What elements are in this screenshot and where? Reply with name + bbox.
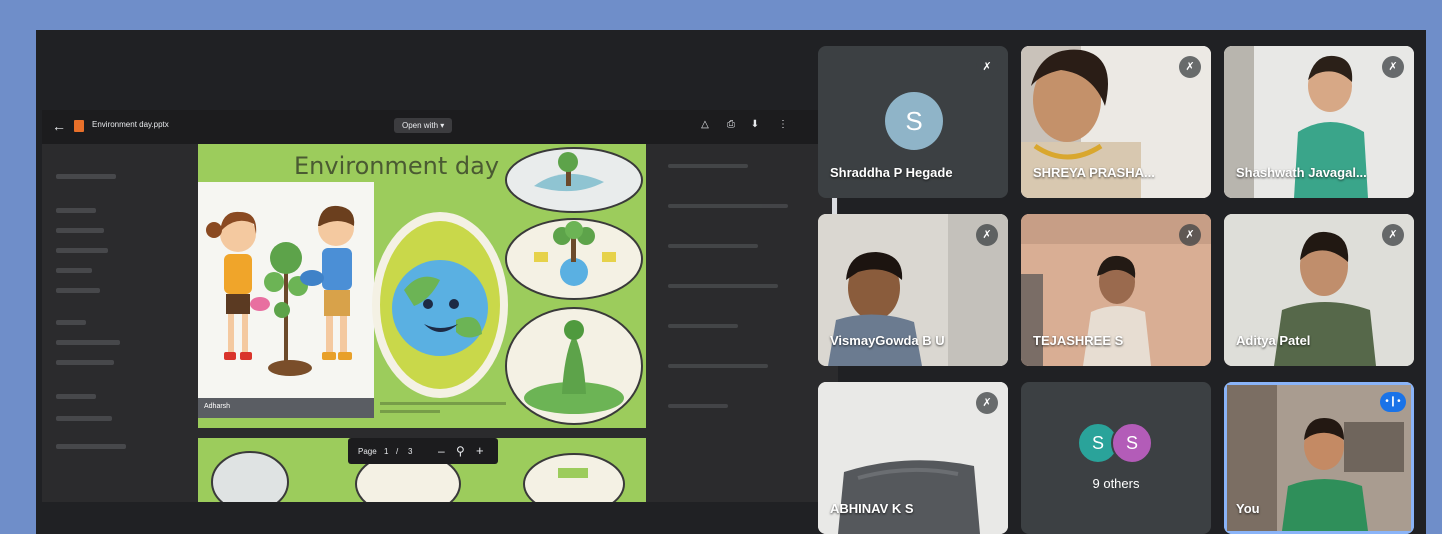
- slide-credit-line-2: [380, 410, 440, 413]
- slide-caption-bar: Adharsh: [198, 398, 374, 418]
- mic-off-icon: ✗: [976, 224, 998, 246]
- drive-sidebar-background: [42, 144, 192, 502]
- mic-off-icon: ✗: [976, 392, 998, 414]
- page-separator: /: [396, 447, 399, 456]
- page-number-input[interactable]: 1: [384, 447, 388, 456]
- file-name: Environment day.pptx: [92, 120, 169, 129]
- print-icon[interactable]: ⎙: [724, 118, 738, 132]
- mic-off-icon: ✗: [976, 56, 998, 78]
- viewer-toolbar: ← Environment day.pptx Open with ▾ △ ⎙ ⬇…: [42, 110, 838, 144]
- participant-name: SHREYA PRASHA...: [1033, 165, 1155, 180]
- zoom-icon: ⚲: [456, 444, 465, 458]
- others-count: 9 others: [1092, 476, 1140, 491]
- participant-tile[interactable]: ✗ SHREYA PRASHA...: [1021, 46, 1211, 198]
- slide-1: Environment day Adharsh: [198, 144, 646, 428]
- page-label: Page: [358, 447, 377, 456]
- mic-off-icon: ✗: [1382, 56, 1404, 78]
- mic-off-icon: ✗: [1179, 56, 1201, 78]
- hands-plant-illustration: [504, 304, 644, 426]
- participant-name: Shashwath Javagal...: [1236, 165, 1367, 180]
- participant-name: ABHINAV K S: [830, 501, 914, 516]
- page-navigator: Page 1 / 3 – ⚲ +: [348, 438, 498, 464]
- participant-avatar: S: [885, 92, 943, 150]
- audio-level-icon: •❙•: [1380, 392, 1406, 412]
- presentation-view: ← Environment day.pptx Open with ▾ △ ⎙ ⬇…: [42, 110, 838, 502]
- mic-off-icon: ✗: [1179, 224, 1201, 246]
- download-icon[interactable]: ⬇: [748, 118, 762, 132]
- zoom-out-button[interactable]: –: [438, 444, 445, 458]
- tree-globe-illustration: [504, 218, 644, 300]
- add-shortcut-icon[interactable]: △: [698, 118, 712, 132]
- zoom-in-button[interactable]: +: [476, 443, 484, 458]
- more-options-icon[interactable]: ⋮: [776, 118, 790, 132]
- participant-tile[interactable]: S ✗ Shraddha P Hegade: [818, 46, 1008, 198]
- open-with-button[interactable]: Open with ▾: [394, 118, 453, 133]
- participant-name: TEJASHREE S: [1033, 333, 1124, 348]
- earth-illustration: [370, 210, 510, 400]
- back-arrow-icon[interactable]: ←: [52, 118, 66, 134]
- participant-tile[interactable]: ✗ Aditya Patel: [1224, 214, 1414, 366]
- participant-tile[interactable]: ✗ VismayGowda B U: [818, 214, 1008, 366]
- participant-name: Aditya Patel: [1236, 333, 1311, 348]
- stream-illustration: [504, 146, 644, 214]
- participant-name: VismayGowda B U: [830, 333, 945, 348]
- pptx-file-icon: [74, 120, 84, 132]
- others-tile[interactable]: S S 9 others: [1021, 382, 1211, 534]
- mic-off-icon: ✗: [1382, 224, 1404, 246]
- meet-window: ← Environment day.pptx Open with ▾ △ ⎙ ⬇…: [36, 30, 1426, 534]
- participant-name: Shraddha P Hegade: [830, 165, 953, 180]
- participant-tile[interactable]: ✗ Shashwath Javagal...: [1224, 46, 1414, 198]
- participant-tile[interactable]: ✗ ABHINAV K S: [818, 382, 1008, 534]
- drive-list-background: [648, 144, 838, 502]
- page-total: 3: [408, 447, 413, 456]
- kids-planting-illustration: [198, 182, 374, 398]
- slide-credit-line: [380, 402, 506, 405]
- participant-tile[interactable]: ✗ TEJASHREE S: [1021, 214, 1211, 366]
- others-avatar: S: [1111, 422, 1153, 464]
- slide-title: Environment day: [294, 152, 500, 180]
- self-view-tile[interactable]: •❙• You: [1224, 382, 1414, 534]
- slide-caption: Adharsh: [204, 403, 231, 410]
- participant-name: You: [1236, 501, 1260, 516]
